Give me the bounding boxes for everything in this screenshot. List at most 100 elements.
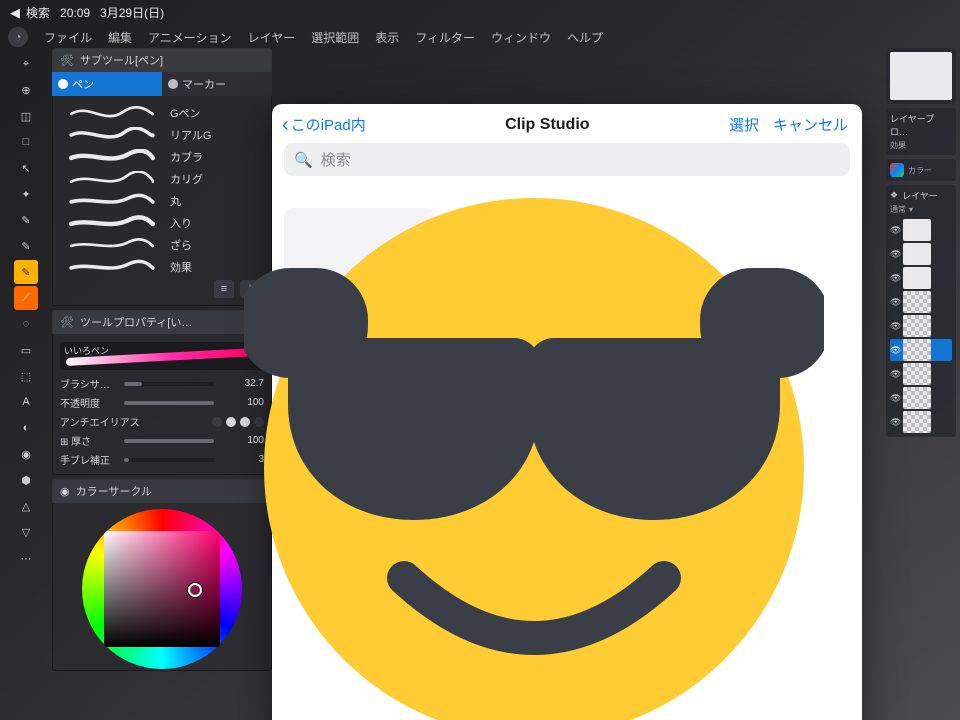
color-picker-handle[interactable]	[188, 583, 202, 597]
menu-selection[interactable]: 選択範囲	[311, 29, 359, 46]
eye-icon[interactable]: 👁	[890, 249, 900, 260]
subtool-panel: 🛠 サブツール[ペン] ペン マーカー GペンリアルGカブラカリグ丸入りざら効果	[52, 48, 272, 306]
files-grid[interactable]	[272, 190, 862, 720]
eye-icon[interactable]: 👁	[890, 417, 900, 428]
tool-button-9[interactable]: ⟋	[14, 286, 38, 310]
tool-button-13[interactable]: A	[14, 390, 38, 414]
sv-square[interactable]	[104, 531, 220, 647]
subtool-tab-pen[interactable]: ペン	[52, 72, 162, 96]
layer-row[interactable]: 👁	[890, 243, 952, 265]
prop-slider[interactable]	[124, 382, 214, 386]
menu-animation[interactable]: アニメーション	[148, 29, 232, 46]
tool-button-6[interactable]: ✎	[14, 208, 38, 232]
tool-button-17[interactable]: △	[14, 494, 38, 518]
navigator-thumbnail[interactable]	[890, 52, 952, 100]
menu-help[interactable]: ヘルプ	[567, 29, 603, 46]
expression-color-row[interactable]: カラー	[886, 159, 956, 181]
tool-button-18[interactable]: ▽	[14, 520, 38, 544]
layer-row[interactable]: 👁	[890, 387, 952, 409]
color-circle-title: カラーサークル	[76, 483, 152, 499]
tool-button-12[interactable]: ⬚	[14, 364, 38, 388]
tool-button-15[interactable]: ◉	[14, 442, 38, 466]
prop-slider[interactable]	[124, 401, 214, 405]
tool-button-2[interactable]: ◫	[14, 104, 38, 128]
subtool-item[interactable]: Gペン	[60, 102, 264, 124]
tool-button-10[interactable]: ◌	[14, 312, 38, 336]
menu-edit[interactable]: 編集	[108, 29, 132, 46]
menu-layer[interactable]: レイヤー	[248, 29, 296, 46]
subtool-item[interactable]: リアルG	[60, 124, 264, 146]
tool-property-row[interactable]: 手ブレ補正3	[60, 450, 264, 469]
file-tile[interactable]	[284, 208, 434, 720]
files-back-button[interactable]: ‹ このiPad内	[282, 114, 366, 135]
tool-property-row[interactable]: 不透明度100	[60, 393, 264, 412]
aa-options[interactable]	[212, 417, 264, 427]
layer-panel-title: レイヤー	[902, 189, 938, 202]
prop-name: 手ブレ補正	[60, 452, 118, 467]
blend-mode-select[interactable]: 通常	[890, 204, 906, 215]
layer-row[interactable]: 👁	[890, 363, 952, 385]
subtool-item[interactable]: 丸	[60, 190, 264, 212]
eye-icon[interactable]: 👁	[890, 297, 900, 308]
brush-preview: いいろペン	[60, 342, 264, 370]
layer-row[interactable]: 👁	[890, 219, 952, 241]
files-search-input[interactable]: 🔍 検索	[284, 143, 850, 176]
color-circle-panel: ◉ カラーサークル	[52, 479, 272, 671]
eye-icon[interactable]: 👁	[890, 321, 900, 332]
pen-icon	[58, 79, 68, 89]
tool-button-14[interactable]: ◐	[14, 416, 38, 440]
tool-button-4[interactable]: ↖	[14, 156, 38, 180]
tool-button-8[interactable]: ✎	[14, 260, 38, 284]
prop-slider[interactable]	[124, 458, 214, 462]
layer-row[interactable]: 👁	[890, 315, 952, 337]
layer-row[interactable]: 👁	[890, 339, 952, 361]
tool-button-5[interactable]: ✦	[14, 182, 38, 206]
tool-property-title: ツールプロパティ[い…	[80, 314, 192, 330]
subtool-item[interactable]: 入り	[60, 212, 264, 234]
app-logo-icon[interactable]: ◔	[8, 27, 28, 47]
files-title: Clip Studio	[505, 116, 589, 134]
subtool-item[interactable]: 効果	[60, 256, 264, 278]
subtool-item[interactable]: カブラ	[60, 146, 264, 168]
subtool-tab-marker[interactable]: マーカー	[162, 72, 272, 96]
files-cancel-button[interactable]: キャンセル	[773, 114, 848, 135]
eye-icon[interactable]: 👁	[890, 345, 900, 356]
file-tile[interactable]	[452, 208, 602, 720]
expand-icon[interactable]: ⊞	[60, 437, 71, 448]
eye-icon[interactable]: 👁	[890, 369, 900, 380]
subtool-item[interactable]: カリグ	[60, 168, 264, 190]
subtool-add-button[interactable]: ⤓	[240, 280, 260, 298]
layer-row[interactable]: 👁	[890, 267, 952, 289]
tool-property-row[interactable]: ブラシサイズ32.7	[60, 374, 264, 393]
subtool-item[interactable]: ざら	[60, 234, 264, 256]
eye-icon[interactable]: 👁	[890, 273, 900, 284]
files-select-button[interactable]: 選択	[729, 114, 759, 135]
tool-property-row[interactable]: ⊞ 厚さ100	[60, 431, 264, 450]
tool-button-19[interactable]: ⋯	[14, 546, 38, 570]
subtool-label: 入り	[170, 215, 192, 231]
eye-icon[interactable]: 👁	[890, 393, 900, 404]
menu-window[interactable]: ウィンドウ	[491, 29, 551, 46]
layer-thumbnail	[903, 291, 931, 313]
tool-button-11[interactable]: ▭	[14, 338, 38, 362]
layer-row[interactable]: 👁	[890, 411, 952, 433]
layer-row[interactable]: 👁	[890, 291, 952, 313]
files-back-label: このiPad内	[291, 114, 366, 135]
menu-file[interactable]: ファイル	[44, 29, 92, 46]
marker-icon	[168, 79, 178, 89]
tool-button-0[interactable]: ⌖	[14, 52, 38, 76]
layer-panel: ❖ レイヤー 通常 ▾ 👁👁👁👁👁👁👁👁👁	[886, 185, 956, 437]
eye-icon[interactable]: 👁	[890, 225, 900, 236]
chevron-left-icon: ‹	[282, 118, 289, 132]
tool-property-row[interactable]: アンチエイリアス	[60, 412, 264, 431]
hue-ring[interactable]	[82, 509, 242, 669]
prop-slider[interactable]	[124, 439, 214, 443]
subtool-settings-button[interactable]: ≡	[214, 280, 234, 298]
tool-button-1[interactable]: ⊕	[14, 78, 38, 102]
tool-button-16[interactable]: ⬢	[14, 468, 38, 492]
tool-button-7[interactable]: ✎	[14, 234, 38, 258]
menu-filter[interactable]: フィルター	[415, 29, 475, 46]
menu-view[interactable]: 表示	[375, 29, 399, 46]
back-app-label[interactable]: 検索	[26, 4, 50, 21]
tool-button-3[interactable]: □	[14, 130, 38, 154]
